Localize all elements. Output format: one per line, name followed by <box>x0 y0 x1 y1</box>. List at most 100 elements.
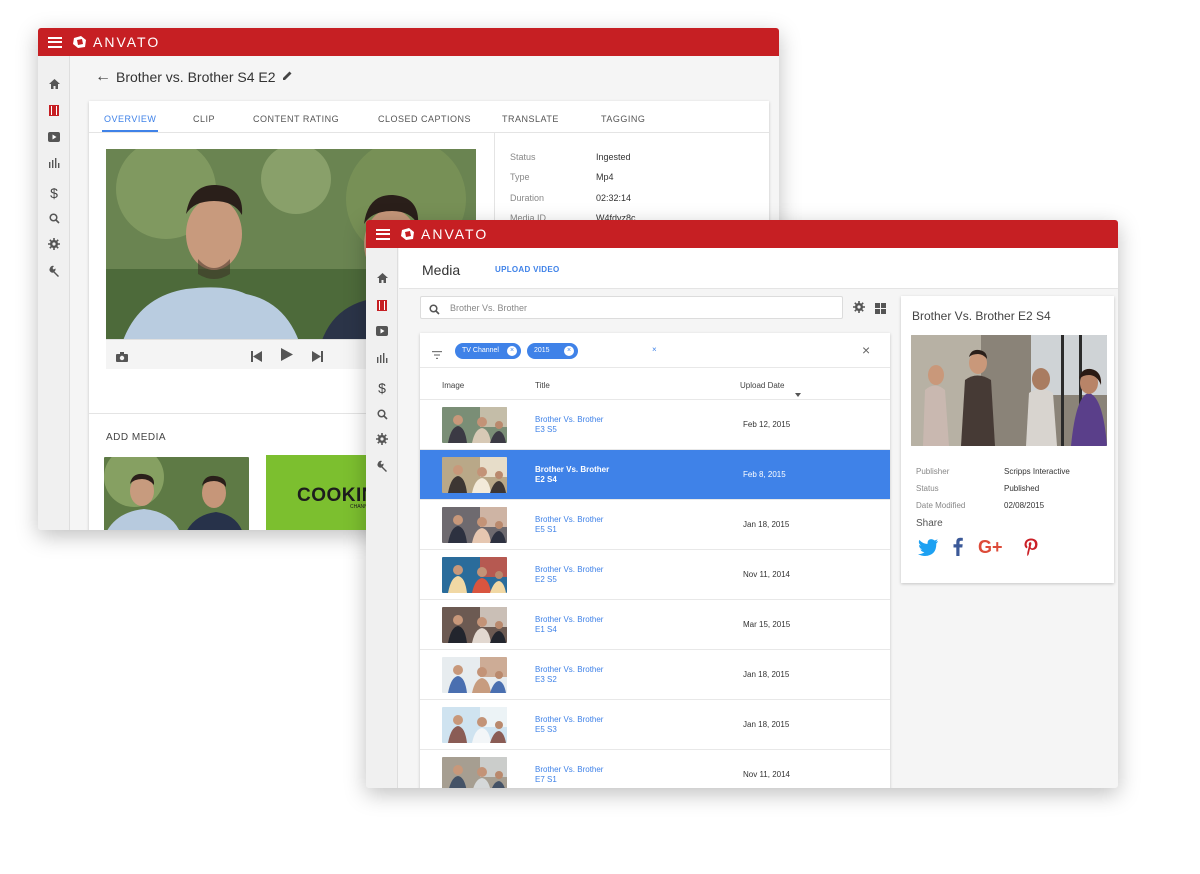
tab-overview[interactable]: OVERVIEW <box>104 114 156 124</box>
add-media-heading: ADD MEDIA <box>106 432 167 443</box>
top-bar: ANVATO <box>38 28 779 56</box>
back-arrow-icon[interactable]: ← <box>95 68 111 86</box>
monetization-icon[interactable]: $ <box>38 185 70 201</box>
table-row[interactable]: Brother Vs. Brother E2 S4 Feb 8, 2015 <box>420 450 890 500</box>
row-title-line2: E3 S5 <box>535 425 557 434</box>
table-row[interactable]: Brother Vs. Brother E3 S2 Jan 18, 2015 <box>420 650 890 700</box>
camera-icon[interactable] <box>116 349 128 367</box>
detail-preview-image[interactable] <box>911 335 1107 446</box>
row-title-line1: Brother Vs. Brother <box>535 565 604 574</box>
column-header-upload-date[interactable]: Upload Date <box>740 381 784 390</box>
table-row[interactable]: Brother Vs. Brother E1 S4 Mar 15, 2015 <box>420 600 890 650</box>
active-tab-indicator <box>102 130 158 132</box>
search-icon[interactable] <box>366 409 398 420</box>
row-title-line1: Brother Vs. Brother <box>535 615 604 624</box>
row-title[interactable]: Brother Vs. Brother E2 S4 <box>535 465 609 485</box>
media-thumbnail[interactable] <box>104 457 249 530</box>
video-icon[interactable] <box>38 132 70 142</box>
media-library-icon[interactable] <box>38 105 70 116</box>
edit-icon[interactable] <box>282 68 293 86</box>
skip-previous-icon[interactable] <box>251 349 262 367</box>
row-thumbnail <box>442 757 507 788</box>
table-row[interactable]: Brother Vs. Brother E2 S5 Nov 11, 2014 <box>420 550 890 600</box>
wrench-icon[interactable] <box>38 265 70 277</box>
detail-label: Duration <box>510 193 545 203</box>
row-title[interactable]: Brother Vs. Brother E7 S1 <box>535 765 603 785</box>
grid-view-icon[interactable] <box>875 301 886 319</box>
search-icon[interactable] <box>38 213 70 224</box>
search-input[interactable]: Brother Vs. Brother <box>420 296 843 319</box>
tab-tagging[interactable]: TAGGING <box>601 114 645 124</box>
google-plus-icon[interactable]: G+ <box>978 537 1003 558</box>
table-row[interactable]: Brother Vs. Brother E5 S1 Jan 18, 2015 <box>420 500 890 550</box>
media-library-icon[interactable] <box>366 300 398 311</box>
row-title[interactable]: Brother Vs. Brother E3 S2 <box>535 665 603 685</box>
table-row[interactable]: Brother Vs. Brother E3 S5 Feb 12, 2015 <box>420 400 890 450</box>
field-label: Date Modified <box>916 501 966 510</box>
nav-rail: $ <box>366 248 398 788</box>
table-row[interactable]: Brother Vs. Brother E5 S3 Jan 18, 2015 <box>420 700 890 750</box>
row-thumbnail <box>442 607 507 643</box>
analytics-icon[interactable] <box>366 353 398 363</box>
tab-translate[interactable]: TRANSLATE <box>502 114 559 124</box>
row-title[interactable]: Brother Vs. Brother E5 S3 <box>535 715 603 735</box>
row-title-line2: E2 S5 <box>535 575 557 584</box>
anvato-logo-icon <box>401 228 414 240</box>
row-title-line2: E5 S1 <box>535 525 557 534</box>
settings-icon[interactable] <box>853 300 865 318</box>
column-header-image: Image <box>442 381 465 390</box>
row-upload-date: Feb 12, 2015 <box>743 420 791 429</box>
tab-clip[interactable]: CLIP <box>193 114 215 124</box>
filter-icon[interactable] <box>432 346 442 364</box>
play-icon[interactable] <box>281 348 293 366</box>
wrench-icon[interactable] <box>366 460 398 472</box>
tab-bar: OVERVIEW CLIP CONTENT RATING CLOSED CAPT… <box>89 101 769 133</box>
tab-content-rating[interactable]: CONTENT RATING <box>253 114 339 124</box>
detail-value: Ingested <box>596 152 631 162</box>
analytics-icon[interactable] <box>38 158 70 168</box>
twitter-icon[interactable] <box>918 539 938 561</box>
pinterest-icon[interactable] <box>1024 538 1038 561</box>
row-title-line1: Brother Vs. Brother <box>535 665 604 674</box>
row-title-line1: Brother Vs. Brother <box>535 765 604 774</box>
detail-value: 02:32:14 <box>596 193 632 203</box>
chip-remove-icon[interactable]: × <box>564 346 574 356</box>
menu-icon[interactable] <box>48 36 62 48</box>
row-title-line2: E7 S1 <box>535 775 557 784</box>
detail-panel: Brother Vs. Brother E2 S4 Publisher Scri… <box>901 296 1114 583</box>
table-row[interactable]: Brother Vs. Brother E7 S1 Nov 11, 2014 <box>420 750 890 788</box>
share-label: Share <box>916 518 943 529</box>
row-upload-date: Jan 18, 2015 <box>743 670 790 679</box>
row-title[interactable]: Brother Vs. Brother E1 S4 <box>535 615 603 635</box>
field-value: Scripps Interactive <box>1004 467 1070 476</box>
video-icon[interactable] <box>366 326 398 336</box>
page-header: Media UPLOAD VIDEO <box>399 248 1118 289</box>
promo-thumbnail[interactable]: COOKIN CHANN <box>266 455 376 530</box>
brand-logo[interactable]: ANVATO <box>72 34 160 50</box>
tab-closed-captions[interactable]: CLOSED CAPTIONS <box>378 114 471 124</box>
skip-next-icon[interactable] <box>312 349 323 367</box>
settings-icon[interactable] <box>366 433 398 445</box>
settings-icon[interactable] <box>38 238 70 250</box>
row-title[interactable]: Brother Vs. Brother E2 S5 <box>535 565 603 585</box>
filter-chip[interactable]: 2015 × <box>527 343 578 359</box>
home-icon[interactable] <box>38 78 70 90</box>
upload-video-button[interactable]: UPLOAD VIDEO <box>495 265 560 274</box>
detail-label: Status <box>510 152 536 162</box>
brand-name: ANVATO <box>93 34 161 50</box>
facebook-icon[interactable] <box>953 537 963 561</box>
home-icon[interactable] <box>366 272 398 284</box>
brand-logo[interactable]: ANVATO <box>400 226 488 242</box>
row-title[interactable]: Brother Vs. Brother E3 S5 <box>535 415 603 435</box>
chip-remove-icon[interactable]: × <box>507 346 517 356</box>
monetization-icon[interactable]: $ <box>366 380 398 396</box>
anvato-logo-icon <box>73 36 86 48</box>
filter-chip[interactable]: TV Channel × <box>455 343 521 359</box>
row-title-line2: E2 S4 <box>535 475 557 484</box>
page-title: Media <box>422 262 461 278</box>
row-title[interactable]: Brother Vs. Brother E5 S1 <box>535 515 603 535</box>
close-icon[interactable]: × <box>862 342 870 358</box>
menu-icon[interactable] <box>376 228 390 240</box>
clear-input-icon[interactable]: × <box>652 345 657 354</box>
column-header-title[interactable]: Title <box>535 381 550 390</box>
